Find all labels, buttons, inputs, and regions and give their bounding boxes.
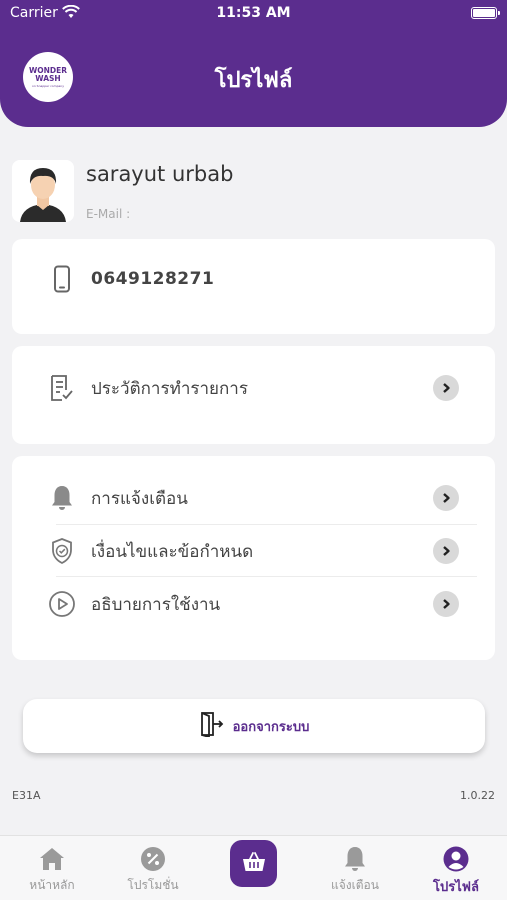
profile-name: sarayut urbab bbox=[86, 162, 234, 186]
tab-notification-label: แจ้งเตือน bbox=[331, 878, 379, 892]
battery-icon bbox=[471, 7, 500, 19]
bell-icon bbox=[343, 846, 367, 872]
status-bar: Carrier 11:53 AM bbox=[0, 0, 507, 28]
menu-item-history-label: ประวัติการทำรายการ bbox=[91, 378, 248, 399]
play-circle-icon bbox=[48, 589, 76, 619]
phone-card: 0649128271 bbox=[12, 239, 495, 334]
tab-promotion[interactable]: โปรโมชั่น bbox=[103, 836, 203, 900]
chevron-right-icon[interactable] bbox=[433, 375, 459, 401]
app-version: 1.0.22 bbox=[460, 789, 495, 802]
app-header: Carrier 11:53 AM WONDER WASH on Snapper … bbox=[0, 0, 507, 127]
exit-door-icon bbox=[199, 711, 225, 741]
basket-icon bbox=[242, 851, 266, 877]
document-check-icon bbox=[48, 373, 76, 403]
smartphone-icon bbox=[48, 264, 76, 294]
history-card: ประวัติการทำรายการ bbox=[12, 346, 495, 444]
divider bbox=[56, 524, 477, 525]
percent-badge-icon bbox=[140, 846, 166, 872]
menu-item-notifications-label: การแจ้งเตือน bbox=[91, 488, 188, 509]
tab-promotion-label: โปรโมชั่น bbox=[127, 878, 179, 892]
chevron-right-icon[interactable] bbox=[433, 538, 459, 564]
tab-home-label: หน้าหลัก bbox=[29, 878, 75, 892]
divider bbox=[56, 576, 477, 577]
device-code: E31A bbox=[12, 789, 41, 802]
menu-item-guide-label: อธิบายการใช้งาน bbox=[91, 594, 221, 615]
menu-item-guide[interactable]: อธิบายการใช้งาน bbox=[12, 584, 495, 624]
tab-home[interactable]: หน้าหลัก bbox=[2, 836, 102, 900]
phone-row: 0649128271 bbox=[12, 259, 495, 299]
page-title: โปรไฟล์ bbox=[214, 68, 293, 93]
logout-button[interactable]: ออกจากระบบ bbox=[23, 699, 485, 753]
menu-item-terms-label: เงื่อนไขและข้อกำหนด bbox=[91, 541, 254, 562]
chevron-right-icon[interactable] bbox=[433, 485, 459, 511]
menu-item-terms[interactable]: เงื่อนไขและข้อกำหนด bbox=[12, 531, 495, 571]
profile-email: E-Mail : bbox=[86, 207, 131, 221]
menu-item-history[interactable]: ประวัติการทำรายการ bbox=[12, 368, 495, 408]
bell-icon bbox=[48, 483, 76, 513]
avatar[interactable] bbox=[12, 160, 74, 222]
menu-item-notifications[interactable]: การแจ้งเตือน bbox=[12, 478, 495, 518]
phone-number: 0649128271 bbox=[91, 269, 215, 289]
clock-label: 11:53 AM bbox=[216, 5, 291, 21]
basket-button[interactable] bbox=[230, 840, 277, 887]
shield-check-icon bbox=[48, 536, 76, 566]
settings-card: การแจ้งเตือน เงื่อนไขและข้อกำหนด อธิบายก… bbox=[12, 456, 495, 660]
logout-label: ออกจากระบบ bbox=[232, 719, 310, 735]
home-icon bbox=[39, 846, 65, 872]
tab-profile[interactable]: โปรไฟล์ bbox=[406, 836, 506, 900]
tab-notification[interactable]: แจ้งเตือน bbox=[305, 836, 405, 900]
tab-profile-label: โปรไฟล์ bbox=[433, 880, 479, 895]
chevron-right-icon[interactable] bbox=[433, 591, 459, 617]
user-circle-icon bbox=[443, 846, 469, 872]
